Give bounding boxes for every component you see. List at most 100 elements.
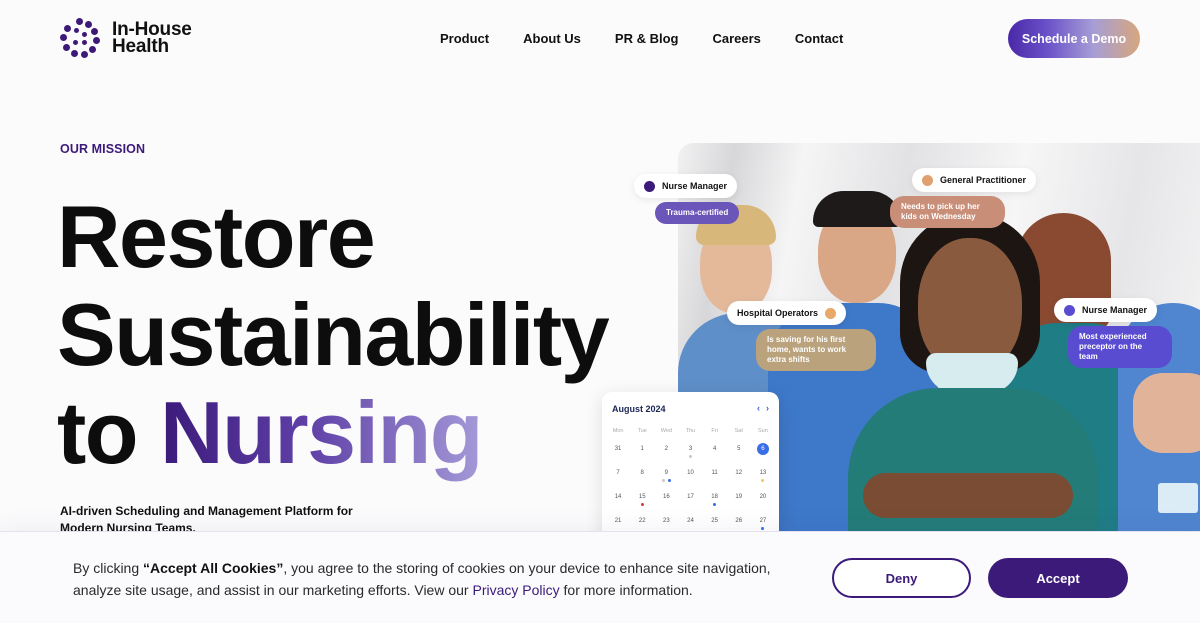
photo-person-3-scrub	[848, 388, 1098, 543]
event-dot-icon	[661, 479, 665, 482]
calendar-weekday: Mon	[612, 428, 624, 434]
photo-person-5-arm	[1133, 373, 1200, 453]
calendar-day[interactable]: 17	[678, 490, 702, 514]
calendar-day[interactable]: 1	[630, 442, 654, 466]
brand-name-line2: Health	[112, 36, 169, 57]
role-dot-icon	[922, 174, 933, 186]
privacy-policy-link[interactable]: Privacy Policy	[472, 582, 559, 598]
calendar-day-number: 22	[638, 518, 646, 524]
role-dot-icon	[1064, 304, 1075, 316]
logo[interactable]: In-House Health	[60, 18, 192, 58]
calendar-weekday: Sat	[734, 428, 743, 434]
calendar-day[interactable]: 16	[654, 490, 678, 514]
schedule-demo-button[interactable]: Schedule a Demo	[1008, 19, 1140, 58]
calendar-day-number: 10	[687, 470, 694, 476]
calendar-day[interactable]: 3	[678, 442, 702, 466]
note-nurse-manager-2: Most experienced preceptor on the team	[1068, 326, 1172, 368]
main-nav: Product About Us PR & Blog Careers Conta…	[440, 31, 877, 46]
calendar-day[interactable]: 11	[703, 466, 727, 490]
chevron-right-icon[interactable]: ›	[766, 403, 769, 413]
calendar-day-number: 7	[616, 470, 620, 476]
calendar-day[interactable]: 14	[606, 490, 630, 514]
calendar-day[interactable]: 4	[703, 442, 727, 466]
role-tag-nurse-manager-2: Nurse Manager	[1054, 298, 1158, 322]
role-dot-icon	[644, 180, 655, 192]
cookie-message: By clicking “Accept All Cookies”, you ag…	[73, 557, 793, 601]
deny-cookies-button[interactable]: Deny	[832, 558, 971, 598]
role-label: Nurse Manager	[1082, 305, 1148, 315]
calendar-day-number: 13	[759, 470, 767, 476]
logo-icon	[60, 18, 100, 58]
calendar-day[interactable]: 9	[654, 466, 678, 490]
event-dots	[654, 479, 678, 482]
nav-contact[interactable]: Contact	[795, 31, 843, 46]
cookie-text-bold: “Accept All Cookies”	[143, 560, 284, 576]
calendar-grid: Mon Tue Wed Thu Fri Sat Sun 31 1 2 3 4 5 6 7 8 9 10 11 12 13…	[606, 428, 775, 538]
calendar-day[interactable]: 20	[751, 490, 775, 514]
role-tag-hospital-operators: Hospital Operators	[727, 301, 847, 325]
calendar-day[interactable]: 10	[678, 466, 702, 490]
section-eyebrow: OUR MISSION	[60, 142, 146, 156]
event-dots	[678, 455, 702, 458]
event-dot-icon	[761, 527, 765, 530]
headline-line-2: Sustainability	[57, 285, 610, 384]
brand-name: In-House Health	[112, 20, 192, 57]
headline-line-3: to Nursing	[57, 384, 608, 482]
photo-person-3-mask	[926, 353, 1018, 393]
note-hospital-operators: Is saving for his first home, wants to w…	[756, 329, 876, 371]
calendar-weekday: Wed	[660, 428, 672, 434]
role-tag-nurse-manager-1: Nurse Manager	[634, 174, 738, 198]
calendar-day-number: 12	[735, 470, 743, 476]
calendar-day[interactable]: 19	[727, 490, 751, 514]
calendar-day-number: 2	[664, 446, 669, 452]
calendar-day-number: 17	[687, 494, 694, 500]
calendar-day-selected[interactable]: 6	[751, 442, 775, 466]
chevron-left-icon[interactable]: ‹	[757, 403, 760, 413]
role-label: Nurse Manager	[662, 181, 728, 191]
calendar-day-number: 21	[614, 518, 622, 524]
role-label: Hospital Operators	[737, 308, 819, 318]
calendar-day[interactable]: 13	[751, 466, 775, 490]
calendar-weekday: Fri	[711, 428, 718, 434]
calendar-day-number: 26	[735, 518, 743, 524]
calendar-day-number: 5	[737, 446, 741, 452]
nav-pr-blog[interactable]: PR & Blog	[615, 31, 679, 46]
calendar-day-number: 18	[711, 494, 718, 500]
calendar-day[interactable]: 7	[606, 466, 630, 490]
event-dots	[703, 503, 727, 506]
accept-cookies-button[interactable]: Accept	[988, 558, 1128, 598]
calendar-day[interactable]: 31	[606, 442, 630, 466]
calendar-day[interactable]: 18	[703, 490, 727, 514]
nav-about-us[interactable]: About Us	[523, 31, 581, 46]
nav-product[interactable]: Product	[440, 31, 489, 46]
event-dot-icon	[667, 479, 671, 482]
calendar-day[interactable]: 15	[630, 490, 654, 514]
event-dot-icon	[640, 503, 644, 506]
cookie-text-3: for more information.	[559, 582, 693, 598]
role-tag-general-practitioner: General Practitioner	[912, 168, 1037, 192]
calendar-day[interactable]: 5	[727, 442, 751, 466]
calendar-weekday: Thu	[685, 428, 696, 434]
calendar-day-number: 16	[663, 494, 670, 500]
calendar-day-number: 11	[711, 470, 718, 476]
calendar-day-number: 8	[640, 470, 644, 476]
calendar-day[interactable]: 2	[654, 442, 678, 466]
calendar-day-number: 24	[687, 518, 694, 524]
calendar-day-number: 25	[711, 518, 718, 524]
calendar-day-number: 31	[614, 446, 622, 452]
role-dot-icon	[825, 307, 837, 319]
calendar-day-number: 14	[614, 494, 622, 500]
calendar-day-number: 27	[759, 518, 767, 524]
calendar-day-number: 20	[759, 494, 767, 500]
calendar-day-number: 9	[664, 470, 669, 476]
calendar-day-number: 1	[640, 446, 644, 452]
event-dots	[751, 479, 775, 482]
site-header: In-House Health Product About Us PR & Bl…	[0, 0, 1200, 78]
event-dots	[630, 503, 654, 506]
calendar-day[interactable]: 8	[630, 466, 654, 490]
headline-plain: to	[57, 383, 161, 482]
photo-person-2-hair	[813, 191, 901, 227]
nav-careers[interactable]: Careers	[712, 31, 760, 46]
headline-line-1: Restore	[57, 187, 376, 286]
calendar-day[interactable]: 12	[727, 466, 751, 490]
